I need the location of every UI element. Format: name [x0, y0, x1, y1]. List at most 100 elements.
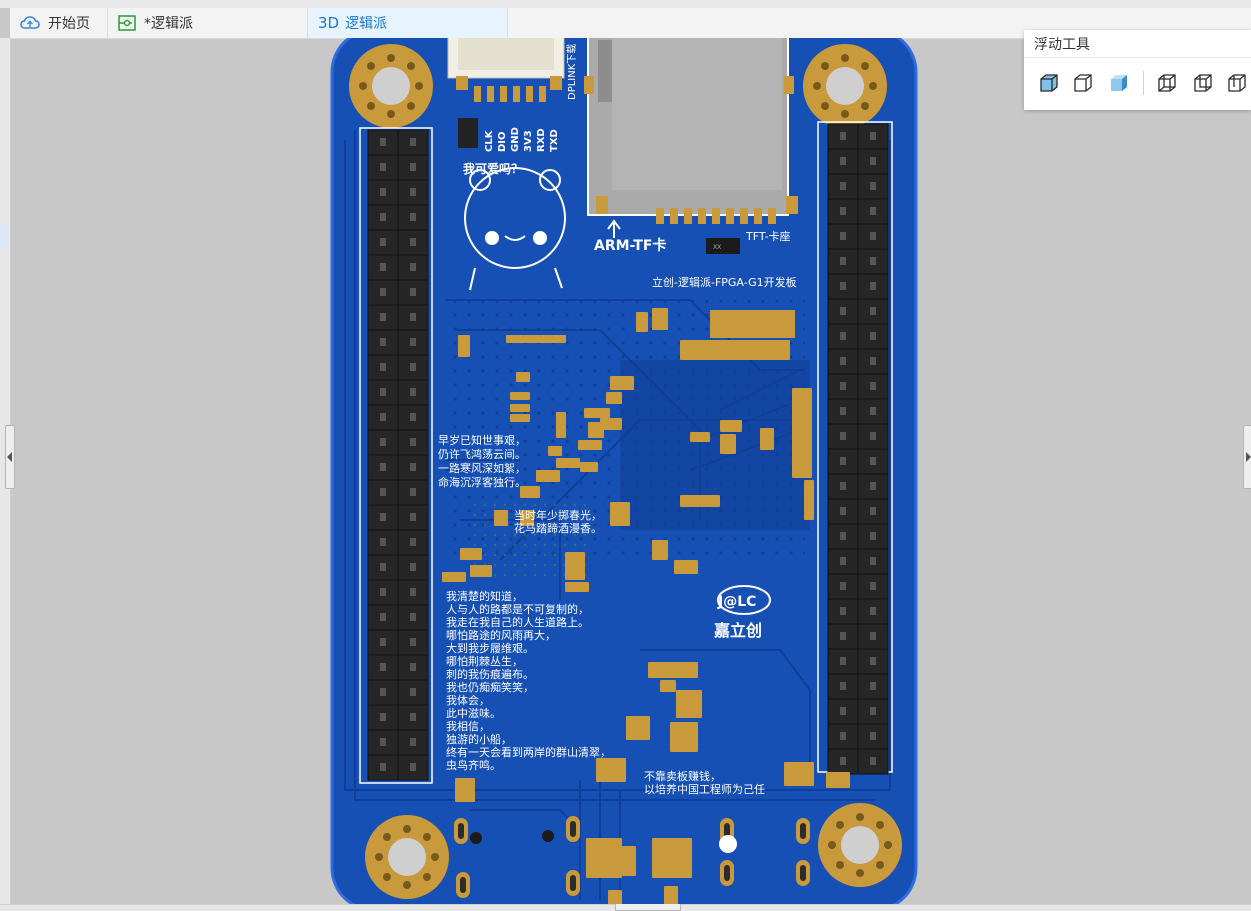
mounting-hole: [349, 44, 433, 128]
header-pin: [827, 598, 859, 625]
floating-toolbar-title: 浮动工具: [1034, 37, 1090, 53]
header-pin: [857, 398, 889, 425]
header-pin: [857, 573, 889, 600]
pin-header-right: [827, 123, 889, 775]
cube-wireframe-icon[interactable]: [1072, 72, 1094, 94]
tab-label: *逻辑派: [144, 16, 193, 32]
header-pin: [367, 229, 399, 256]
header-pin: [857, 148, 889, 175]
header-pin: [857, 548, 889, 575]
header-pin: [857, 223, 889, 250]
header-pin: [397, 479, 429, 506]
poem-block-2: 当时年少掷春光，花马踏蹄酒漫香。: [514, 508, 602, 535]
header-pin: [827, 473, 859, 500]
header-pin: [367, 329, 399, 356]
header-pin: [827, 623, 859, 650]
tab-schematic[interactable]: *逻辑派: [108, 8, 308, 38]
header-pin: [857, 348, 889, 375]
view-front-icon[interactable]: [1156, 72, 1178, 94]
debug-pin: [526, 86, 533, 102]
header-pin: [367, 604, 399, 631]
header-pin: [827, 573, 859, 600]
tf-pin: [768, 208, 776, 224]
smd-pad: [510, 414, 530, 422]
header-pin: [857, 523, 889, 550]
tab-3d-view[interactable]: 3D 逻辑派: [308, 8, 508, 38]
debug-connector-housing: [458, 38, 554, 70]
header-pin: [367, 529, 399, 556]
tab-label: 开始页: [48, 16, 90, 32]
header-pin: [827, 373, 859, 400]
pin-header-left: [367, 129, 429, 781]
tf-pin: [754, 208, 762, 224]
header-pin: [397, 454, 429, 481]
tf-pin: [786, 196, 798, 214]
header-pin: [827, 198, 859, 225]
pcb-3d-render[interactable]: DPLINK下载 CLK DIO GND 3V3 RXD TXD 我可爱吗？ ARM-TF…: [10, 38, 1243, 904]
silk-text-line: 我相信，: [446, 720, 490, 733]
smd-pad: [606, 392, 622, 404]
header-pin: [857, 323, 889, 350]
silk-text-line: 不靠卖板赚钱，: [644, 769, 721, 783]
header-pin: [367, 654, 399, 681]
smd-pad: [610, 502, 630, 526]
silk-text-line: 以培养中国工程师为己任: [644, 782, 765, 796]
header-pin: [367, 554, 399, 581]
silk-text-line: 哪怕路途的风雨再大，: [446, 628, 556, 642]
smd-pad: [510, 392, 530, 400]
smd-pad: [565, 552, 585, 580]
silk-text-line: 哪怕荆棘丛生，: [446, 654, 523, 668]
chip-marking: XX: [713, 244, 721, 251]
header-pin: [397, 754, 429, 781]
tf-pin: [656, 208, 664, 224]
tab-label: 逻辑派: [345, 16, 388, 32]
chip: [706, 238, 740, 254]
silk-text-line: 命海沉浮客独行。: [438, 475, 526, 489]
header-pin: [397, 404, 429, 431]
header-pin: [397, 604, 429, 631]
header-pin: [397, 529, 429, 556]
header-pin: [827, 173, 859, 200]
header-pin: [857, 298, 889, 325]
silk-text-line: 独游的小船，: [446, 732, 512, 746]
smd-pad: [804, 480, 814, 520]
header-pin: [367, 429, 399, 456]
via-large: [470, 832, 482, 844]
header-pin: [857, 173, 889, 200]
smd-pad: [648, 662, 698, 678]
header-pin: [857, 448, 889, 475]
view-back-icon[interactable]: [1226, 72, 1248, 94]
cube-shaded-icon[interactable]: [1038, 72, 1060, 94]
header-pin: [827, 548, 859, 575]
smd-pad: [565, 582, 589, 592]
header-pin: [857, 723, 889, 750]
header-pin: [367, 204, 399, 231]
tf-pin: [740, 208, 748, 224]
header-pin: [827, 423, 859, 450]
right-panel-collapse-handle[interactable]: [1243, 425, 1251, 489]
tf-pin: [670, 208, 678, 224]
3d-viewport[interactable]: DPLINK下载 CLK DIO GND 3V3 RXD TXD 我可爱吗？ ARM-TF…: [10, 38, 1243, 904]
header-pin: [827, 748, 859, 775]
header-pin: [857, 698, 889, 725]
smd-pad: [636, 312, 648, 332]
header-pin: [857, 198, 889, 225]
cube-transparent-icon[interactable]: [1108, 72, 1130, 94]
smd-pad: [670, 722, 698, 752]
header-pin: [367, 579, 399, 606]
smd-pad: [596, 758, 626, 782]
led-pad: [719, 835, 737, 853]
tft-slot-label: TFT-卡座: [745, 229, 791, 243]
smd-pad: [516, 372, 530, 382]
mascot-caption: 我可爱吗？: [463, 161, 523, 176]
tab-start-page[interactable]: 开始页: [10, 8, 108, 38]
smd-pad: [680, 495, 720, 507]
debug-pin: [474, 86, 481, 102]
smd-pad: [586, 838, 622, 878]
header-pin: [397, 704, 429, 731]
view-right-icon[interactable]: [1192, 72, 1214, 94]
header-pin: [827, 123, 859, 150]
header-pin: [397, 279, 429, 306]
header-pin: [857, 748, 889, 775]
header-pin: [397, 729, 429, 756]
